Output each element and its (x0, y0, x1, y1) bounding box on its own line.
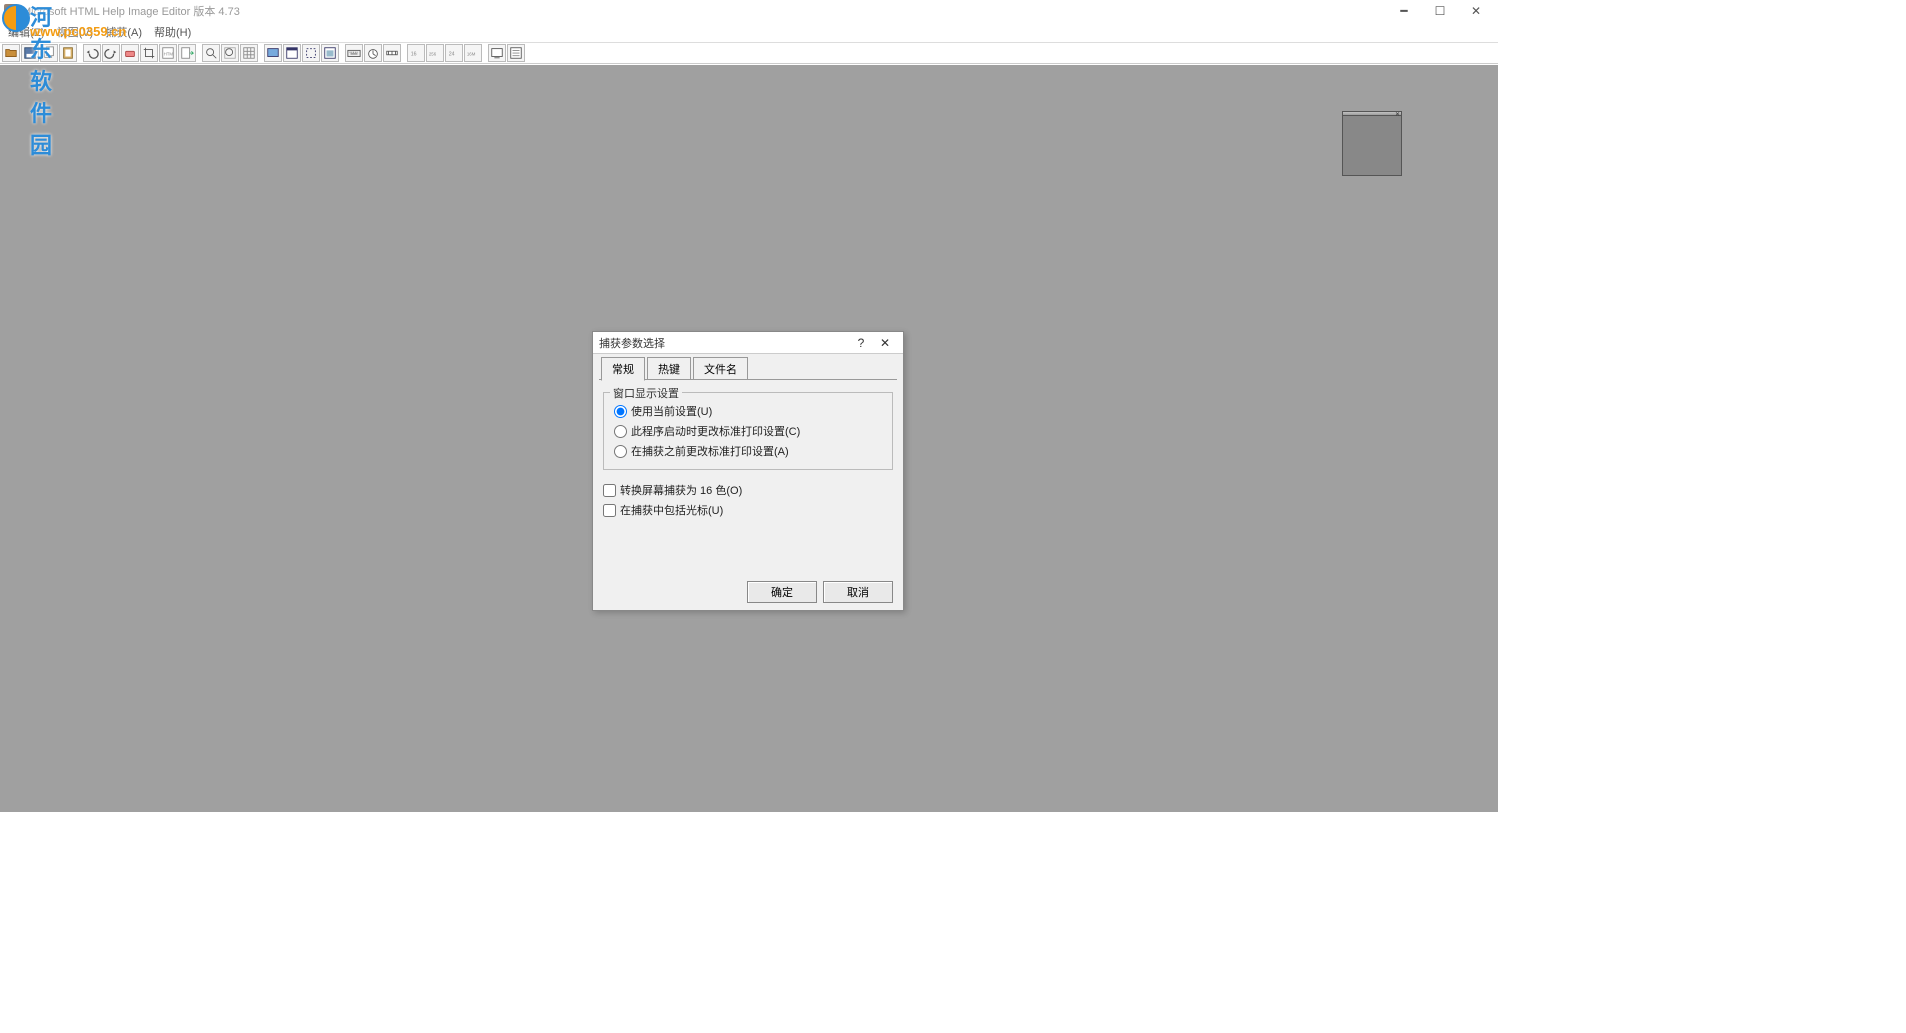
ok-button[interactable]: 确定 (747, 581, 817, 603)
thumbnail-titlebar[interactable]: ✕ (1343, 112, 1401, 116)
radio-use-current[interactable]: 使用当前设置(U) (614, 401, 882, 421)
dialog-close-button[interactable]: ✕ (873, 334, 897, 352)
tb-showgrid-icon[interactable] (240, 44, 258, 62)
tb-preview-icon[interactable] (488, 44, 506, 62)
thumbnail-close-icon[interactable]: ✕ (1395, 111, 1400, 118)
workspace: ✕ 捕获参数选择 ? ✕ 常规 热键 文件名 窗口显示设置 使用当前设 (0, 64, 1498, 812)
tb-copy-icon[interactable] (40, 44, 58, 62)
tb-align16m-icon[interactable]: 16M (464, 44, 482, 62)
menu-edit[interactable]: 编辑(E) (2, 22, 51, 42)
svg-text:256: 256 (429, 52, 437, 57)
check-16color[interactable]: 转换屏幕捕获为 16 色(O) (603, 480, 893, 500)
tb-paste-icon[interactable] (59, 44, 77, 62)
tb-capture-active-icon[interactable] (321, 44, 339, 62)
cancel-button[interactable]: 取消 (823, 581, 893, 603)
check-include-cursor-label: 在捕获中包括光标(U) (620, 502, 723, 518)
tb-redo-icon[interactable] (102, 44, 120, 62)
tb-capture-screen-icon[interactable] (264, 44, 282, 62)
tb-capture-window-icon[interactable] (283, 44, 301, 62)
menu-capture[interactable]: 捕获(A) (99, 22, 148, 42)
svg-text:24: 24 (449, 52, 455, 58)
tb-capture-region-icon[interactable] (302, 44, 320, 62)
radio-change-before-capture-label: 在捕获之前更改标准打印设置(A) (631, 443, 789, 459)
dialog-tabstrip: 常规 热键 文件名 (593, 358, 903, 380)
toolbar: HTM 16 256 24 16M (0, 42, 1498, 64)
tb-html-icon[interactable]: HTM (159, 44, 177, 62)
radio-change-before-capture[interactable]: 在捕获之前更改标准打印设置(A) (614, 441, 882, 461)
check-include-cursor[interactable]: 在捕获中包括光标(U) (603, 500, 893, 520)
thumbnail-panel[interactable]: ✕ (1342, 111, 1402, 176)
dialog-help-button[interactable]: ? (849, 334, 873, 352)
tb-open-icon[interactable] (2, 44, 20, 62)
tb-timer-icon[interactable] (364, 44, 382, 62)
tb-zoomfit-icon[interactable] (221, 44, 239, 62)
tb-crop-icon[interactable] (140, 44, 158, 62)
dialog-title: 捕获参数选择 (599, 335, 849, 351)
dialog-titlebar[interactable]: 捕获参数选择 ? ✕ (593, 332, 903, 354)
tb-save-icon[interactable] (21, 44, 39, 62)
group-legend: 窗口显示设置 (610, 385, 682, 401)
svg-text:16: 16 (411, 52, 417, 58)
radio-change-on-start-label: 此程序启动时更改标准打印设置(C) (631, 423, 800, 439)
radio-change-on-start[interactable]: 此程序启动时更改标准打印设置(C) (614, 421, 882, 441)
tb-align16-icon[interactable]: 16 (407, 44, 425, 62)
app-icon (4, 4, 18, 18)
tb-zoom-icon[interactable] (202, 44, 220, 62)
radio-use-current-label: 使用当前设置(U) (631, 403, 712, 419)
titlebar: Microsoft HTML Help Image Editor 版本 4.73… (0, 0, 1498, 22)
radio-change-before-capture-input[interactable] (614, 445, 627, 458)
check-include-cursor-input[interactable] (603, 504, 616, 517)
menu-help[interactable]: 帮助(H) (148, 22, 197, 42)
tab-general-body: 窗口显示设置 使用当前设置(U) 此程序启动时更改标准打印设置(C) 在捕获之前… (593, 380, 903, 574)
close-button[interactable]: ✕ (1458, 1, 1494, 21)
tb-settings-icon[interactable] (383, 44, 401, 62)
menubar: 编辑(E) 视图(V) 捕获(A) 帮助(H) (0, 22, 1498, 42)
tab-filename[interactable]: 文件名 (693, 357, 748, 380)
maximize-button[interactable]: ☐ (1422, 1, 1458, 21)
tab-general[interactable]: 常规 (601, 357, 645, 381)
window-title: Microsoft HTML Help Image Editor 版本 4.73 (22, 3, 1386, 19)
tb-align256-icon[interactable]: 256 (426, 44, 444, 62)
menu-view[interactable]: 视图(V) (51, 22, 100, 42)
tb-keyboard-icon[interactable] (345, 44, 363, 62)
radio-use-current-input[interactable] (614, 405, 627, 418)
tb-align24-icon[interactable]: 24 (445, 44, 463, 62)
radio-change-on-start-input[interactable] (614, 425, 627, 438)
tb-eraser-icon[interactable] (121, 44, 139, 62)
check-16color-label: 转换屏幕捕获为 16 色(O) (620, 482, 742, 498)
tb-undo-icon[interactable] (83, 44, 101, 62)
tb-properties-icon[interactable] (507, 44, 525, 62)
tab-hotkey[interactable]: 热键 (647, 357, 691, 380)
svg-text:HTM: HTM (164, 52, 174, 57)
tb-export-icon[interactable] (178, 44, 196, 62)
svg-text:16M: 16M (467, 52, 476, 57)
window-display-group: 窗口显示设置 使用当前设置(U) 此程序启动时更改标准打印设置(C) 在捕获之前… (603, 392, 893, 470)
app-window: Microsoft HTML Help Image Editor 版本 4.73… (0, 0, 1498, 812)
capture-options-dialog: 捕获参数选择 ? ✕ 常规 热键 文件名 窗口显示设置 使用当前设置(U) (592, 331, 904, 611)
dialog-button-row: 确定 取消 (593, 574, 903, 610)
minimize-button[interactable]: ━ (1386, 1, 1422, 21)
check-16color-input[interactable] (603, 484, 616, 497)
